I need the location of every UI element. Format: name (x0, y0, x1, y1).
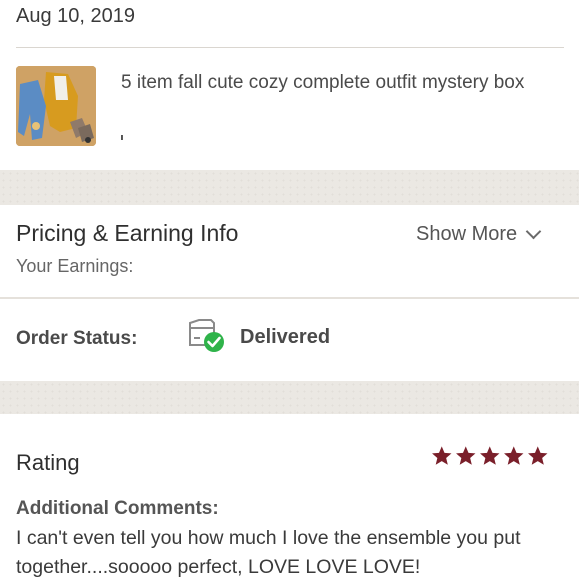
redacted-area (176, 6, 466, 28)
show-more-button[interactable]: Show More (416, 223, 542, 246)
star-icon (432, 446, 452, 465)
order-date-row: Aug 10, 2019 (0, 0, 579, 40)
section-separator (0, 170, 579, 205)
star-icon (528, 446, 548, 465)
redacted-area (130, 128, 450, 150)
star-icon (456, 446, 476, 465)
rating-section: Rating (0, 414, 579, 494)
rating-stars (430, 445, 550, 469)
outfit-thumbnail[interactable] (16, 66, 96, 146)
redacted-earnings (165, 257, 233, 277)
show-more-label: Show More (416, 223, 518, 245)
star-icon (480, 446, 500, 465)
order-item[interactable]: 5 item fall cute cozy complete outfit my… (0, 48, 579, 170)
earnings-label: Your Earnings: (16, 256, 134, 276)
star-icon (504, 446, 524, 465)
comments-text: I can't even tell you how much I love th… (16, 527, 521, 578)
order-details-page: Aug 10, 2019 5 item fall cute cozy compl… (0, 0, 579, 580)
order-status-label: Order Status: (16, 328, 138, 349)
pricing-section: Pricing & Earning Info Your Earnings: Sh… (0, 205, 579, 297)
comments-label: Additional Comments: (16, 498, 219, 519)
order-status-value: Delivered (240, 326, 331, 348)
item-title[interactable]: 5 item fall cute cozy complete outfit my… (121, 68, 541, 97)
delivered-box-check-icon (187, 319, 227, 355)
chevron-down-icon (525, 223, 542, 239)
order-date: Aug 10, 2019 (16, 5, 135, 27)
order-status-row: Order Status: Delivered (0, 299, 579, 381)
pricing-title: Pricing & Earning Info (16, 220, 239, 246)
rating-label: Rating (16, 450, 80, 475)
redacted-mark (121, 135, 123, 140)
section-separator (0, 381, 579, 414)
